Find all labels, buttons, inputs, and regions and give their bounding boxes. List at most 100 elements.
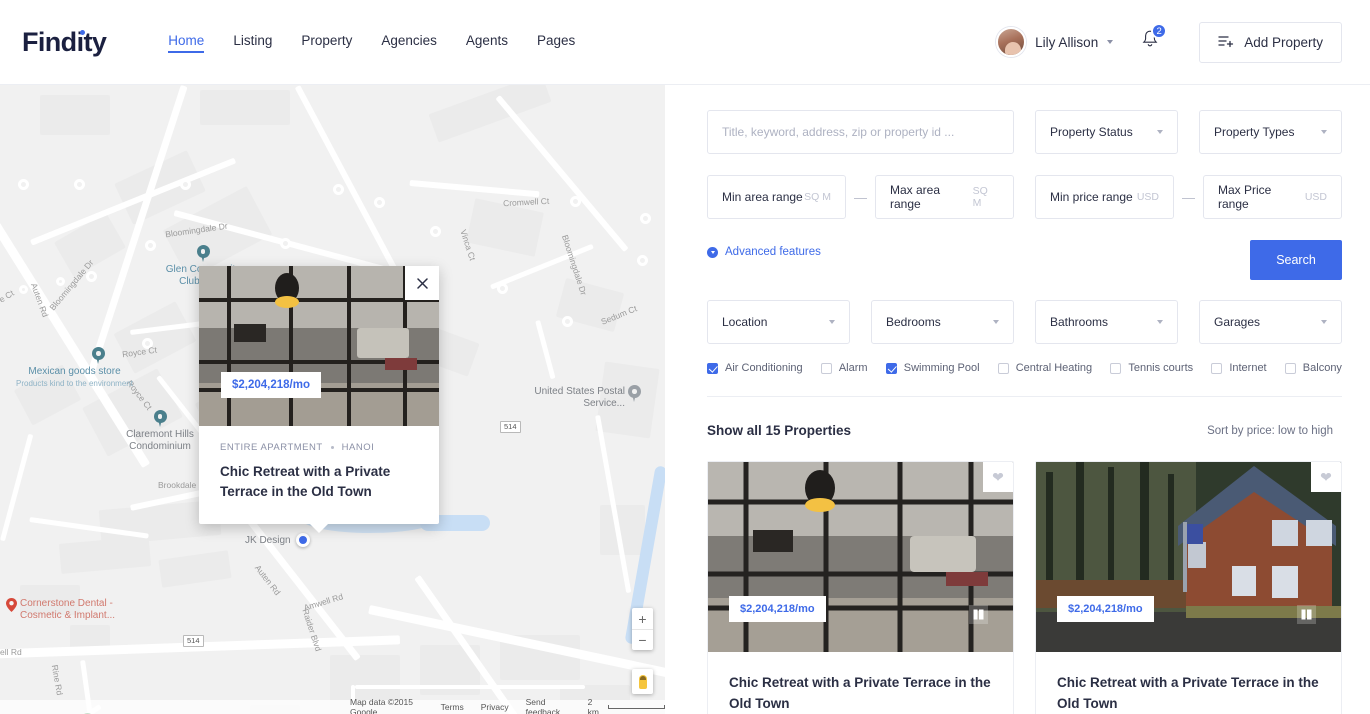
map-copyright: Map data ©2015 Google (350, 697, 424, 714)
property-card-title[interactable]: Chic Retreat with a Private Terrace in t… (1057, 672, 1320, 714)
nav-item-agencies[interactable]: Agencies (381, 33, 437, 52)
map-privacy-link[interactable]: Privacy (481, 702, 509, 712)
map-scale-label: 2 km (588, 697, 605, 714)
property-card-image[interactable]: ❤ $2,204,218/mo (708, 462, 1013, 652)
area-range-group: Min area range SQ M — Max area range SQ … (707, 175, 1014, 219)
checkbox-icon[interactable] (1211, 363, 1222, 374)
nav-item-pages[interactable]: Pages (537, 33, 575, 52)
add-property-label: Add Property (1244, 35, 1323, 50)
map-pin-icon (628, 385, 641, 403)
property-card-price: $2,204,218/mo (1057, 596, 1154, 622)
nav-item-listing[interactable]: Listing (233, 33, 272, 52)
map-panel[interactable]: 514 514 Cromwell Ct Bloomingdale Dr Bloo… (0, 85, 665, 714)
min-price-input[interactable]: Min price range USD (1035, 175, 1174, 219)
map-popup-title[interactable]: Chic Retreat with a Private Terrace in t… (220, 462, 418, 502)
nav-item-property[interactable]: Property (301, 33, 352, 52)
header-actions: Lily Allison 2 Add Property (996, 22, 1370, 63)
notifications-button[interactable]: 2 (1141, 30, 1159, 54)
advanced-features-toggle[interactable]: Advanced features (707, 240, 821, 258)
checkbox-air-conditioning[interactable]: Air Conditioning (707, 362, 803, 374)
map-terms-link[interactable]: Terms (441, 702, 464, 712)
garages-value: Garages (1214, 315, 1260, 329)
notification-badge: 2 (1151, 23, 1167, 39)
map-popup-body: ENTIRE APARTMENT HANOI Chic Retreat with… (199, 426, 439, 524)
checkbox-label: Alarm (839, 362, 868, 374)
add-property-button[interactable]: Add Property (1199, 22, 1342, 63)
checkbox-icon[interactable] (1110, 363, 1121, 374)
nav-item-home[interactable]: Home (168, 33, 204, 52)
sort-dropdown[interactable]: Sort by price: low to high (1207, 425, 1342, 437)
max-area-unit: SQ M (973, 185, 999, 209)
map-poi-jk-design[interactable]: JK Design (245, 533, 365, 547)
map-poi-label: JK Design (245, 535, 291, 547)
map-scale-bar-icon (608, 705, 665, 709)
map-scale: 2 km (588, 697, 665, 714)
favorite-button[interactable]: ❤ (983, 462, 1013, 492)
min-area-input[interactable]: Min area range SQ M (707, 175, 846, 219)
checkbox-alarm[interactable]: Alarm (821, 362, 868, 374)
brand-logo[interactable]: Findity (22, 27, 106, 58)
chevron-down-circle-icon (707, 247, 718, 258)
property-card-body: Chic Retreat with a Private Terrace in t… (1036, 652, 1341, 714)
main-navigation: Home Listing Property Agencies Agents Pa… (168, 33, 575, 52)
property-types-select[interactable]: Property Types (1199, 110, 1342, 154)
chevron-down-icon (1107, 40, 1113, 44)
checkbox-icon[interactable] (998, 363, 1009, 374)
zoom-in-button[interactable]: + (632, 608, 653, 629)
map-zoom-controls: + − (632, 608, 653, 650)
map-poi-cornerstone-dental[interactable]: Cornerstone Dental - Cosmetic & Implant.… (6, 597, 131, 621)
map-poi-mexican-goods-store[interactable]: Mexican goods store Products kind to the… (12, 347, 137, 388)
favorite-button[interactable]: ❤ (1311, 462, 1341, 492)
nav-item-agents[interactable]: Agents (466, 33, 508, 52)
bathrooms-value: Bathrooms (1050, 315, 1108, 329)
gallery-icon[interactable] (1297, 605, 1316, 624)
user-menu[interactable]: Lily Allison (996, 27, 1113, 57)
property-card[interactable]: ❤ $2,204,218/mo Chic Retreat with a Priv… (707, 461, 1014, 714)
checkbox-internet[interactable]: Internet (1211, 362, 1266, 374)
street-view-pegman-button[interactable] (632, 669, 653, 694)
map-property-popup[interactable]: $2,204,218/mo ENTIRE APARTMENT HANOI Chi… (199, 266, 439, 524)
zoom-out-button[interactable]: − (632, 629, 653, 650)
property-status-select[interactable]: Property Status (1035, 110, 1178, 154)
bathrooms-select[interactable]: Bathrooms (1035, 300, 1178, 344)
property-card-price: $2,204,218/mo (729, 596, 826, 622)
search-button[interactable]: Search (1250, 240, 1342, 280)
heart-icon: ❤ (1320, 470, 1332, 484)
map-pin-icon (154, 410, 167, 428)
close-popup-button[interactable] (405, 266, 439, 300)
chevron-down-icon (1321, 320, 1327, 324)
results-header: Show all 15 Properties Sort by price: lo… (707, 397, 1342, 461)
checkbox-icon[interactable] (707, 363, 718, 374)
checkbox-tennis-courts[interactable]: Tennis courts (1110, 362, 1193, 374)
property-card-title[interactable]: Chic Retreat with a Private Terrace in t… (729, 672, 992, 714)
feature-checkbox-group: Air Conditioning Alarm Swimming Pool Cen… (707, 362, 1342, 397)
road-label: Brookdale (158, 480, 196, 490)
map-pin-icon (6, 598, 17, 612)
max-area-label: Max area range (890, 183, 973, 211)
map-poi-usps[interactable]: United States Postal Service... (530, 385, 660, 409)
gallery-icon[interactable] (969, 605, 988, 624)
map-poi-label: Cornerstone Dental - Cosmetic & Implant.… (20, 598, 131, 621)
garages-select[interactable]: Garages (1199, 300, 1342, 344)
max-area-input[interactable]: Max area range SQ M (875, 175, 1014, 219)
property-card-image[interactable]: ❤ $2,204,218/mo (1036, 462, 1341, 652)
map-feedback-link[interactable]: Send feedback (526, 697, 571, 714)
heart-icon: ❤ (992, 470, 1004, 484)
property-card-body: Chic Retreat with a Private Terrace in t… (708, 652, 1013, 714)
checkbox-central-heating[interactable]: Central Heating (998, 362, 1092, 374)
search-keyword-input[interactable]: Title, keyword, address, zip or property… (707, 110, 1014, 154)
filter-row-primary: Title, keyword, address, zip or property… (707, 110, 1342, 154)
search-keyword-placeholder: Title, keyword, address, zip or property… (722, 125, 954, 139)
bedrooms-select[interactable]: Bedrooms (871, 300, 1014, 344)
checkbox-icon[interactable] (886, 363, 897, 374)
checkbox-icon[interactable] (821, 363, 832, 374)
checkbox-swimming-pool[interactable]: Swimming Pool (886, 362, 980, 374)
price-range-separator: — (1182, 190, 1195, 205)
property-card-list: ❤ $2,204,218/mo Chic Retreat with a Priv… (707, 461, 1342, 714)
map-attribution: Map data ©2015 Google Terms Privacy Send… (0, 700, 665, 714)
location-select[interactable]: Location (707, 300, 850, 344)
checkbox-icon[interactable] (1285, 363, 1296, 374)
checkbox-balcony[interactable]: Balcony (1285, 362, 1342, 374)
max-price-input[interactable]: Max Price range USD (1203, 175, 1342, 219)
property-card[interactable]: ❤ $2,204,218/mo Chic Retreat with a Priv… (1035, 461, 1342, 714)
